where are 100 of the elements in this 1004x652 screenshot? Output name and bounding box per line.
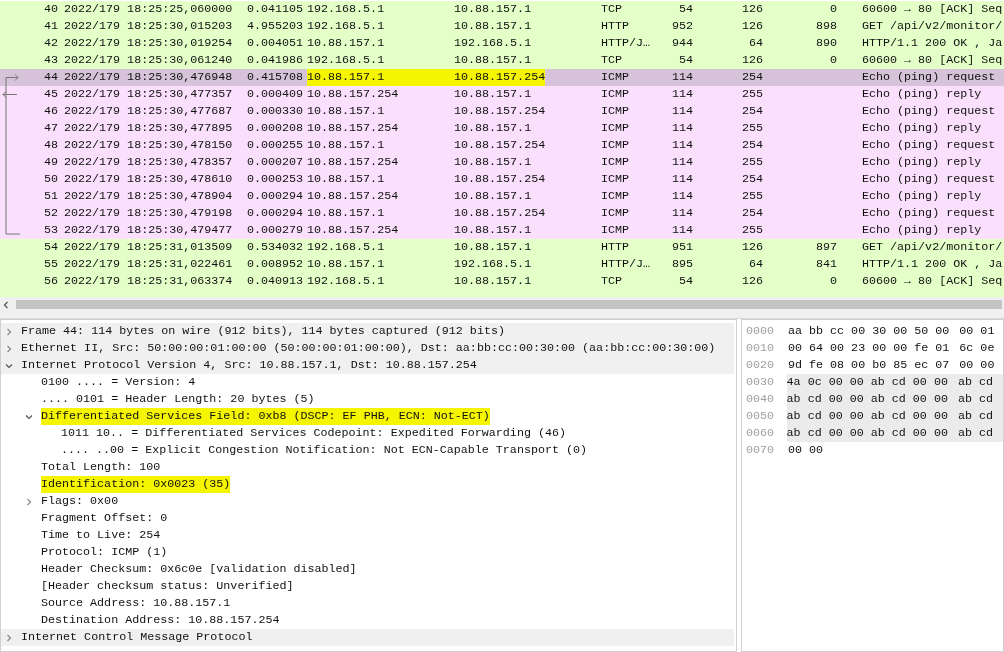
tree-item[interactable]: 1011 10.. = Differentiated Services Codepoint: Expedited Forwarding (46) — [61, 424, 566, 443]
table-cell-text: 192.168.5.1 — [307, 238, 385, 256]
table-cell: 890 — [815, 35, 837, 50]
hex-bytes[interactable]: 6c 0e — [959, 339, 995, 358]
table-cell-text: 192.168.5.1 — [307, 17, 385, 35]
table-cell-text: 49 — [42, 153, 58, 171]
table-cell-text: 10.88.157.1 — [307, 34, 385, 52]
table-cell-text: 0.000294 — [245, 204, 303, 222]
tree-item[interactable]: Source Address: 10.88.157.1 — [41, 594, 231, 613]
scroll-left-icon[interactable] — [2, 300, 10, 309]
chevron-right-icon[interactable] — [5, 633, 13, 642]
hex-bytes[interactable]: 00 00 — [788, 441, 834, 460]
packet-row[interactable]: 48 2022/179 18:25:30,478150 0.000255 10.88.157.1 10.88.157.254 ICMP 114 254 Echo (ping) request — [0, 137, 1004, 154]
tree-item[interactable]: Flags: 0x00 — [41, 492, 119, 511]
packet-row[interactable]: 55 2022/179 18:25:31,022461 0.008952 10.88.157.1 192.168.5.1 HTTP/J… 895 64 841 HTTP/1.1 200 OK , Ja — [0, 256, 1004, 273]
table-cell-text: 10.88.157.254 — [307, 85, 399, 103]
chevron-right-icon[interactable] — [25, 497, 33, 506]
tree-item[interactable]: [Header checksum status: Unverified] — [41, 577, 294, 596]
table-cell-text: 46 — [42, 102, 58, 120]
table-cell-text: 50 — [42, 170, 58, 188]
tree-item[interactable]: Fragment Offset: 0 — [41, 509, 168, 528]
packet-row[interactable]: 50 2022/179 18:25:30,478610 0.000253 10.88.157.1 10.88.157.254 ICMP 114 254 Echo (ping) request — [0, 171, 1004, 188]
packet-row[interactable]: 42 2022/179 18:25:30,019254 0.004051 10.88.157.1 192.168.5.1 HTTP/J… 944 64 890 HTTP/1.1 200 OK , Ja — [0, 35, 1004, 52]
hex-bytes[interactable]: 4a 0c 00 00 ab cd 00 00 — [786, 373, 958, 392]
table-cell-text: ICMP — [601, 153, 631, 171]
table-cell-text: 0.415708 — [245, 68, 303, 86]
table-cell-text: 255 — [740, 119, 763, 137]
table-cell-text: 2022/179 18:25:30,019254 — [64, 34, 234, 52]
table-cell-text: 2022/179 18:25:30,477687 — [64, 102, 234, 120]
table-cell-text: 2022/179 18:25:30,479198 — [64, 204, 234, 222]
packet-row[interactable]: 49 2022/179 18:25:30,478357 0.000207 10.88.157.254 10.88.157.1 ICMP 114 255 Echo (ping) reply — [0, 154, 1004, 171]
table-cell-text: 55 — [42, 255, 58, 273]
table-cell-text: 0.534032 — [245, 238, 303, 256]
hex-bytes[interactable]: aa bb cc 00 30 00 50 00 — [788, 322, 960, 341]
tree-item[interactable]: Destination Address: 10.88.157.254 — [41, 611, 280, 630]
packet-row[interactable]: 53 2022/179 18:25:30,479477 0.000279 10.88.157.254 10.88.157.1 ICMP 114 255 Echo (ping) reply — [0, 222, 1004, 239]
table-cell-text: 952 — [670, 17, 693, 35]
table-cell-text: 54 — [42, 238, 58, 256]
packet-row[interactable]: 43 2022/179 18:25:30,061240 0.041986 192.168.5.1 10.88.157.1 TCP 54 126 0 60600 → 80 [ACK] Seq — [0, 52, 1004, 69]
tree-item[interactable]: Differentiated Services Field: 0xb8 (DSCP: EF PHB, ECN: Not-ECT) — [41, 407, 490, 426]
packet-row[interactable]: 40 2022/179 18:25:25,060000 0.041105 192.168.5.1 10.88.157.1 TCP 54 126 0 60600 → 80 [ACK] Seq — [0, 1, 1004, 18]
table-cell-text: 192.168.5.1 — [307, 51, 385, 69]
horizontal-scrollbar[interactable] — [0, 297, 1004, 312]
table-cell-text: 254 — [740, 136, 763, 154]
chevron-down-icon[interactable] — [5, 361, 13, 370]
tree-item[interactable]: Time to Live: 254 — [41, 526, 161, 545]
packet-row[interactable]: 47 2022/179 18:25:30,477895 0.000208 10.88.157.254 10.88.157.1 ICMP 114 255 Echo (ping) reply — [0, 120, 1004, 137]
table-cell-text: HTTP/1.1 200 OK , Ja — [862, 34, 1003, 52]
table-cell-text: 254 — [740, 102, 763, 120]
table-cell-text: 0.000330 — [245, 102, 303, 120]
table-cell-text: 10.88.157.1 — [454, 85, 532, 103]
tree-item[interactable]: .... ..00 = Explicit Congestion Notification: Not ECN-Capable Transport (0) — [61, 441, 588, 460]
table-cell-text: 53 — [42, 221, 58, 239]
table-cell-text: 45 — [42, 85, 58, 103]
table-cell-text: 255 — [740, 85, 763, 103]
table-cell-text: ICMP — [601, 187, 631, 205]
table-cell-text: 0.000253 — [245, 170, 303, 188]
table-cell-text: 44 — [42, 68, 58, 86]
tree-item[interactable]: 0100 .... = Version: 4 — [41, 373, 196, 392]
tree-item[interactable]: .... 0101 = Header Length: 20 bytes (5) — [41, 390, 315, 409]
hex-bytes[interactable]: ab cd — [957, 373, 1003, 392]
hex-offset: 0000 — [746, 322, 776, 340]
table-cell-text: 0.004051 — [245, 34, 303, 52]
table-cell-text: 56 — [42, 272, 58, 290]
table-cell-text: 10.88.157.1 — [307, 170, 385, 188]
table-cell-text: 10.88.157.1 — [454, 238, 532, 256]
packet-row[interactable]: 52 2022/179 18:25:30,479198 0.000294 10.88.157.1 10.88.157.254 ICMP 114 254 Echo (ping) request — [0, 205, 1004, 222]
hex-bytes[interactable]: 00 01 — [959, 322, 995, 341]
table-cell-text: 254 — [740, 68, 763, 86]
table-cell-text: 10.88.157.254 — [454, 204, 546, 222]
packet-row[interactable]: 45 2022/179 18:25:30,477357 0.000409 10.88.157.254 10.88.157.1 ICMP 114 255 Echo (ping) reply — [0, 86, 1004, 103]
table-cell-text: 10.88.157.1 — [454, 17, 532, 35]
tree-item[interactable]: Total Length: 100 — [41, 458, 161, 477]
tree-item[interactable]: Protocol: ICMP (1) — [41, 543, 168, 562]
table-cell-text: 2022/179 18:25:30,478904 — [64, 187, 234, 205]
packet-row[interactable]: 46 2022/179 18:25:30,477687 0.000330 10.88.157.1 10.88.157.254 ICMP 114 254 Echo (ping) request — [0, 103, 1004, 120]
hex-offset: 0020 — [746, 356, 776, 374]
table-cell-text: 10.88.157.1 — [454, 51, 532, 69]
table-cell-text: 64 — [747, 34, 763, 52]
table-cell-text: 40 — [42, 0, 58, 18]
table-cell-text: 114 — [670, 170, 693, 188]
packet-row[interactable]: 56 2022/179 18:25:31,063374 0.040913 192.168.5.1 10.88.157.1 TCP 54 126 0 60600 → 80 [ACK] Seq — [0, 273, 1004, 290]
tree-item[interactable]: Identification: 0x0023 (35) — [41, 475, 231, 494]
table-cell-text: 0.040913 — [245, 272, 303, 290]
table-cell-text: 192.168.5.1 — [307, 272, 385, 290]
packet-row[interactable]: 51 2022/179 18:25:30,478904 0.000294 10.88.157.254 10.88.157.1 ICMP 114 255 Echo (ping) reply — [0, 188, 1004, 205]
packet-row[interactable]: 54 2022/179 18:25:31,013509 0.534032 192.168.5.1 10.88.157.1 HTTP 951 126 897 GET /api/v2/monitor/ — [0, 239, 1004, 256]
chevron-down-icon[interactable] — [25, 412, 33, 421]
hex-bytes[interactable]: 9d fe 08 00 b0 85 ec 07 — [788, 356, 960, 375]
hex-bytes[interactable]: 00 00 — [959, 356, 995, 375]
table-cell-text: 10.88.157.254 — [307, 119, 399, 137]
hex-bytes[interactable]: 00 64 00 23 00 00 fe 01 — [788, 339, 960, 358]
scrollbar-thumb[interactable] — [16, 300, 1002, 309]
packet-row[interactable]: 44 2022/179 18:25:30,476948 0.415708 10.88.157.1 10.88.157.254 ICMP 114 254 Echo (ping) request — [0, 69, 1004, 86]
table-cell-text: 114 — [670, 68, 693, 86]
table-cell: 0 — [830, 52, 837, 67]
table-cell-text: Echo (ping) request — [862, 102, 996, 120]
packet-row[interactable]: 41 2022/179 18:25:30,015203 4.955203 192.168.5.1 10.88.157.1 HTTP 952 126 898 GET /api/v2/monitor/ — [0, 18, 1004, 35]
tree-item[interactable]: Header Checksum: 0x6c0e [validation disabled] — [41, 560, 357, 579]
table-cell-text: 2022/179 18:25:30,478150 — [64, 136, 234, 154]
